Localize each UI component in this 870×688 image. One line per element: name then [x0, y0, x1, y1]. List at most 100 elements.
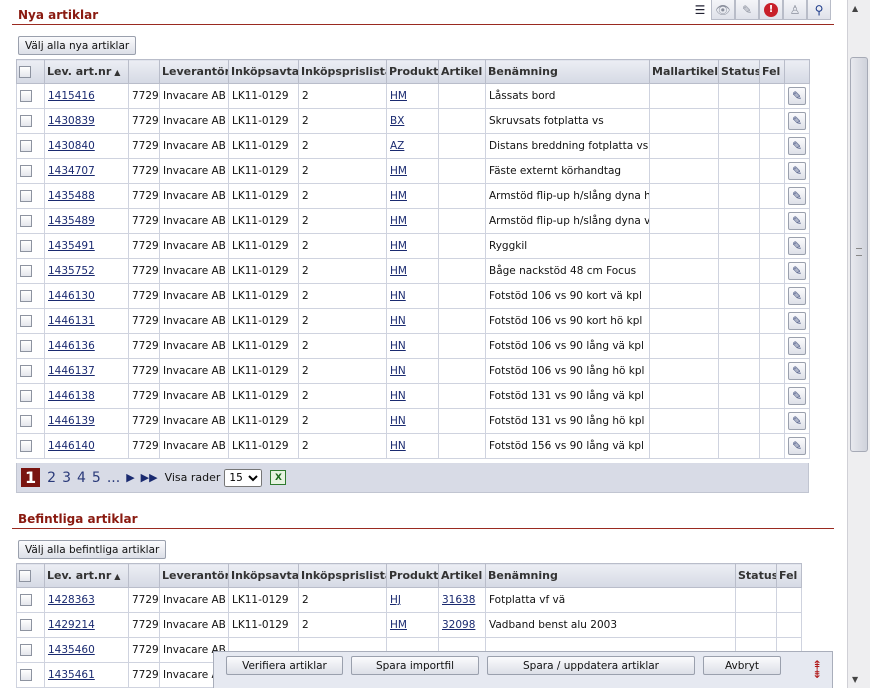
row-select-cell[interactable]	[16, 283, 45, 309]
warning-icon[interactable]: !	[759, 0, 783, 20]
edit-pencil-icon[interactable]: ✎	[788, 287, 806, 305]
col-fel[interactable]: Fel	[759, 59, 785, 84]
col-produkt[interactable]: Produkt	[386, 59, 439, 84]
product-link[interactable]: HJ	[390, 594, 401, 606]
product-link[interactable]: BX	[390, 115, 404, 127]
row-checkbox[interactable]	[20, 644, 32, 656]
lev-art-nr-link[interactable]: 1435752	[48, 265, 95, 277]
verify-articles-button[interactable]: Verifiera artiklar	[226, 656, 343, 675]
table-row[interactable]: 1428363 7729 Invacare AB LK11-0129 2 HJ 31638 F…	[16, 587, 802, 613]
lev-art-nr-link[interactable]: 1435491	[48, 240, 95, 252]
row-select-cell[interactable]	[16, 308, 45, 334]
product-link[interactable]: HM	[390, 190, 407, 202]
table-row[interactable]: 1446136 7729 Invacare AB LK11-0129 2 HN Fotstö…	[16, 333, 810, 359]
lev-art-nr-link[interactable]: 1430839	[48, 115, 95, 127]
user-icon[interactable]: ♙	[783, 0, 807, 20]
col-inkopsavtal[interactable]: Inköpsavtal	[228, 563, 299, 588]
product-link[interactable]: HN	[390, 390, 406, 402]
product-link[interactable]: HN	[390, 415, 406, 427]
header-checkbox[interactable]	[19, 570, 31, 582]
row-select-cell[interactable]	[16, 108, 45, 134]
edit-pencil-icon[interactable]: ✎	[788, 412, 806, 430]
table-row[interactable]: 1435489 7729 Invacare AB LK11-0129 2 HM Armstö…	[16, 208, 810, 234]
page-ellipsis[interactable]: ...	[107, 470, 120, 486]
table-row[interactable]: 1446139 7729 Invacare AB LK11-0129 2 HN Fotstö…	[16, 408, 810, 434]
header-checkbox[interactable]	[19, 66, 31, 78]
table-row[interactable]: 1435488 7729 Invacare AB LK11-0129 2 HM Armstö…	[16, 183, 810, 209]
edit-pencil-icon[interactable]: ✎	[788, 187, 806, 205]
row-select-cell[interactable]	[16, 83, 45, 109]
pencil-icon[interactable]: ✎	[735, 0, 759, 20]
table-row[interactable]: 1446137 7729 Invacare AB LK11-0129 2 HN Fotstö…	[16, 358, 810, 384]
page-link-4[interactable]: 4	[77, 470, 86, 486]
row-select-cell[interactable]	[16, 637, 45, 663]
row-checkbox[interactable]	[20, 115, 32, 127]
table-row[interactable]: 1446130 7729 Invacare AB LK11-0129 2 HN Fotstö…	[16, 283, 810, 309]
edit-pencil-icon[interactable]: ✎	[788, 162, 806, 180]
row-checkbox[interactable]	[20, 190, 32, 202]
row-checkbox[interactable]	[20, 440, 32, 452]
row-select-cell[interactable]	[16, 662, 45, 688]
row-checkbox[interactable]	[20, 669, 32, 681]
select-all-checkbox-header[interactable]	[16, 59, 45, 84]
lev-art-nr-link[interactable]: 1446138	[48, 390, 95, 402]
row-select-cell[interactable]	[16, 158, 45, 184]
lev-art-nr-link[interactable]: 1435460	[48, 644, 95, 656]
save-import-file-button[interactable]: Spara importfil	[351, 656, 479, 675]
select-all-checkbox-header[interactable]	[16, 563, 45, 588]
eye-icon[interactable]: 👁	[711, 0, 735, 20]
edit-pencil-icon[interactable]: ✎	[788, 337, 806, 355]
edit-pencil-icon[interactable]: ✎	[788, 262, 806, 280]
table-row[interactable]: 1430839 7729 Invacare AB LK11-0129 2 BX Skruvs…	[16, 108, 810, 134]
scroll-up-icon[interactable]: ▲	[852, 4, 858, 13]
row-checkbox[interactable]	[20, 415, 32, 427]
col-inkopsprislista[interactable]: Inköpsprislista	[298, 563, 387, 588]
table-row[interactable]: 1435752 7729 Invacare AB LK11-0129 2 HM Båge n…	[16, 258, 810, 284]
vertical-scrollbar[interactable]: ▲ ▼	[847, 0, 870, 688]
edit-pencil-icon[interactable]: ✎	[788, 112, 806, 130]
product-link[interactable]: HM	[390, 240, 407, 252]
col-benamning[interactable]: Benämning	[485, 59, 650, 84]
table-row[interactable]: 1435491 7729 Invacare AB LK11-0129 2 HM Ryggki…	[16, 233, 810, 259]
table-row[interactable]: 1429214 7729 Invacare AB LK11-0129 2 HM 32098 V…	[16, 612, 802, 638]
table-row[interactable]: 1415416 7729 Invacare AB LK11-0129 2 HM Låssat…	[16, 83, 810, 109]
row-select-cell[interactable]	[16, 183, 45, 209]
col-status[interactable]: Status	[735, 563, 777, 588]
row-select-cell[interactable]	[16, 258, 45, 284]
lev-art-nr-link[interactable]: 1435461	[48, 669, 95, 681]
article-link[interactable]: 32098	[442, 619, 475, 631]
table-row[interactable]: 1446140 7729 Invacare AB LK11-0129 2 HN Fotstö…	[16, 433, 810, 459]
row-select-cell[interactable]	[16, 333, 45, 359]
next-page-icon[interactable]: ▶	[126, 471, 134, 484]
row-checkbox[interactable]	[20, 315, 32, 327]
row-checkbox[interactable]	[20, 365, 32, 377]
product-link[interactable]: HM	[390, 619, 407, 631]
edit-pencil-icon[interactable]: ✎	[788, 87, 806, 105]
row-checkbox[interactable]	[20, 240, 32, 252]
product-link[interactable]: HN	[390, 315, 406, 327]
user-search-icon[interactable]: ⚲	[807, 0, 831, 20]
col-produkt[interactable]: Produkt	[386, 563, 439, 588]
row-checkbox[interactable]	[20, 619, 32, 631]
edit-pencil-icon[interactable]: ✎	[788, 237, 806, 255]
row-checkbox[interactable]	[20, 165, 32, 177]
lev-art-nr-link[interactable]: 1430840	[48, 140, 95, 152]
edit-pencil-icon[interactable]: ✎	[788, 362, 806, 380]
col-code[interactable]	[128, 563, 160, 588]
lev-art-nr-link[interactable]: 1446136	[48, 340, 95, 352]
table-row[interactable]: 1446131 7729 Invacare AB LK11-0129 2 HN Fotstö…	[16, 308, 810, 334]
expand-collapse-icon[interactable]: ⇞ ⇟	[812, 659, 822, 680]
lev-art-nr-link[interactable]: 1446130	[48, 290, 95, 302]
table-row[interactable]: 1446138 7729 Invacare AB LK11-0129 2 HN Fotstö…	[16, 383, 810, 409]
select-all-new-button[interactable]: Välj alla nya artiklar	[18, 36, 137, 55]
edit-pencil-icon[interactable]: ✎	[788, 137, 806, 155]
lev-art-nr-link[interactable]: 1446139	[48, 415, 95, 427]
edit-pencil-icon[interactable]: ✎	[788, 312, 806, 330]
col-inkopsavtal[interactable]: Inköpsavtal	[228, 59, 299, 84]
col-leverantor[interactable]: Leverantör	[159, 59, 229, 84]
lev-art-nr-link[interactable]: 1435488	[48, 190, 95, 202]
row-checkbox[interactable]	[20, 90, 32, 102]
last-page-icon[interactable]: ▶▶	[141, 471, 158, 484]
table-row[interactable]: 1434707 7729 Invacare AB LK11-0129 2 HM Fäste …	[16, 158, 810, 184]
page-link-2[interactable]: 2	[47, 470, 56, 486]
